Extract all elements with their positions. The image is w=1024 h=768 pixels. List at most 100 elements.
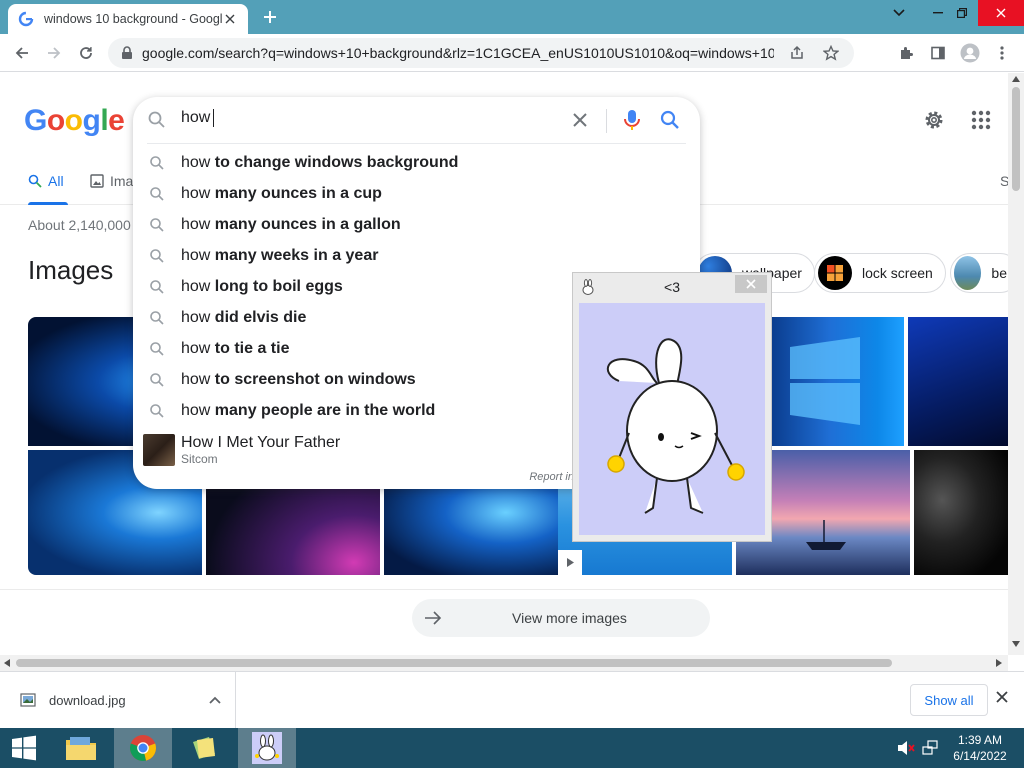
minimize-icon[interactable] xyxy=(926,0,950,26)
divider xyxy=(606,109,607,133)
chip-label: be xyxy=(991,265,1007,281)
report-link[interactable]: Report in xyxy=(529,471,574,483)
extensions-icon[interactable] xyxy=(894,41,918,65)
arrow-right-icon xyxy=(425,611,442,625)
tab-images[interactable]: Ima xyxy=(90,173,133,189)
entity-subtitle: Sitcom xyxy=(181,452,218,466)
google-apps-icon[interactable] xyxy=(969,108,993,135)
side-panel-icon[interactable] xyxy=(926,41,950,65)
bunny-character-icon xyxy=(607,338,745,514)
tab-all-label: All xyxy=(48,173,64,189)
view-more-images-button[interactable]: View more images xyxy=(412,599,710,637)
window-close-icon[interactable] xyxy=(978,0,1024,26)
vertical-scrollbar[interactable] xyxy=(1008,73,1024,655)
suggestion-item[interactable]: how many weeks in a year xyxy=(133,240,700,271)
active-tab-indicator xyxy=(28,202,68,205)
suggestion-prefix: how xyxy=(181,308,215,326)
search-submit-icon[interactable] xyxy=(659,109,681,134)
tab-close-icon[interactable] xyxy=(222,11,238,27)
search-icon xyxy=(150,279,164,294)
sticky-notes-taskbar-icon[interactable] xyxy=(176,728,234,768)
widget-title: <3 xyxy=(664,279,680,295)
vertical-scroll-thumb[interactable] xyxy=(1012,87,1020,191)
suggestion-prefix: how xyxy=(181,339,215,357)
horizontal-scrollbar[interactable] xyxy=(0,655,1008,671)
suggestion-completion: to screenshot on windows xyxy=(214,370,416,388)
floating-pet-window[interactable]: <3 xyxy=(572,272,772,542)
chrome-taskbar-icon[interactable] xyxy=(114,728,172,768)
reload-button[interactable] xyxy=(74,41,98,65)
clear-search-icon[interactable] xyxy=(569,109,591,134)
file-explorer-taskbar-icon[interactable] xyxy=(52,728,110,768)
result-stats: About 2,140,000 xyxy=(28,217,131,233)
suggestion-completion: long to boil eggs xyxy=(214,277,343,295)
scroll-right-icon[interactable] xyxy=(996,659,1002,667)
suggestion-prefix: how xyxy=(181,153,215,171)
images-heading: Images xyxy=(28,255,114,285)
suggestion-prefix: how xyxy=(181,246,215,264)
new-tab-button[interactable] xyxy=(258,6,282,28)
chip-thumbnail xyxy=(954,256,982,290)
search-icon xyxy=(150,248,164,263)
suggestion-completion: to change windows background xyxy=(214,153,459,171)
settings-gear-icon[interactable] xyxy=(922,108,946,135)
tab-search-icon[interactable] xyxy=(884,0,914,26)
suggestion-completion: to tie a tie xyxy=(214,339,290,357)
scroll-down-icon[interactable] xyxy=(1012,641,1020,647)
suggestion-prefix: how xyxy=(181,401,215,419)
restore-icon[interactable] xyxy=(950,0,974,26)
chip-lock-screen[interactable]: lock screen xyxy=(814,253,946,293)
close-downloads-icon[interactable] xyxy=(996,690,1008,706)
image-result[interactable] xyxy=(914,450,1008,575)
suggestion-prefix: how xyxy=(181,277,215,295)
pet-app-taskbar-icon[interactable] xyxy=(238,728,296,768)
tab-more[interactable]: S xyxy=(1000,173,1008,189)
scroll-up-icon[interactable] xyxy=(1012,76,1020,82)
bookmark-star-icon[interactable] xyxy=(820,42,842,64)
menu-icon[interactable] xyxy=(990,41,1014,65)
chevron-up-icon[interactable] xyxy=(209,696,221,704)
system-clock[interactable]: 1:39 AM 6/14/2022 xyxy=(948,732,1012,764)
image-icon xyxy=(90,174,104,188)
horizontal-scroll-thumb[interactable] xyxy=(16,659,892,667)
chip-label: lock screen xyxy=(862,265,933,281)
network-icon[interactable] xyxy=(918,728,942,768)
address-bar[interactable]: google.com/search?q=windows+10+backgroun… xyxy=(108,38,854,68)
google-logo[interactable]: Google xyxy=(24,104,125,138)
search-icon xyxy=(148,111,165,128)
suggestion-item[interactable]: how to change windows background xyxy=(133,147,700,178)
browser-toolbar: google.com/search?q=windows+10+backgroun… xyxy=(0,34,1024,72)
share-icon[interactable] xyxy=(786,42,808,64)
image-file-icon xyxy=(20,693,36,707)
back-button[interactable] xyxy=(10,41,34,65)
chip-be[interactable]: be xyxy=(950,253,1008,293)
volume-muted-icon[interactable] xyxy=(894,728,918,768)
search-input[interactable]: how xyxy=(133,97,700,143)
image-result[interactable] xyxy=(770,317,904,446)
voice-search-mic-icon[interactable] xyxy=(621,108,643,135)
close-icon xyxy=(746,279,756,289)
play-icon xyxy=(567,558,574,567)
google-favicon-icon xyxy=(18,11,34,27)
start-button[interactable] xyxy=(0,728,48,768)
suggestion-item[interactable]: how many ounces in a cup xyxy=(133,178,700,209)
search-icon xyxy=(150,310,164,325)
video-play-badge[interactable] xyxy=(558,550,582,575)
widget-close-button[interactable] xyxy=(735,275,767,293)
download-item[interactable]: download.jpg xyxy=(0,672,236,728)
widget-canvas xyxy=(579,303,765,535)
lock-icon xyxy=(122,46,132,59)
browser-tab[interactable]: windows 10 background - Google xyxy=(8,4,248,34)
profile-avatar[interactable] xyxy=(958,41,982,65)
downloads-bar: download.jpg Show all xyxy=(0,671,1024,728)
divider xyxy=(147,143,686,144)
windows-start-icon xyxy=(12,735,36,761)
image-result[interactable] xyxy=(908,317,1008,446)
tab-all[interactable]: All xyxy=(28,173,64,189)
search-icon xyxy=(150,403,164,418)
scroll-left-icon[interactable] xyxy=(4,659,10,667)
show-all-downloads-button[interactable]: Show all xyxy=(910,684,988,716)
forward-button[interactable] xyxy=(42,41,66,65)
windows-logo-icon xyxy=(790,337,860,425)
suggestion-item[interactable]: how many ounces in a gallon xyxy=(133,209,700,240)
